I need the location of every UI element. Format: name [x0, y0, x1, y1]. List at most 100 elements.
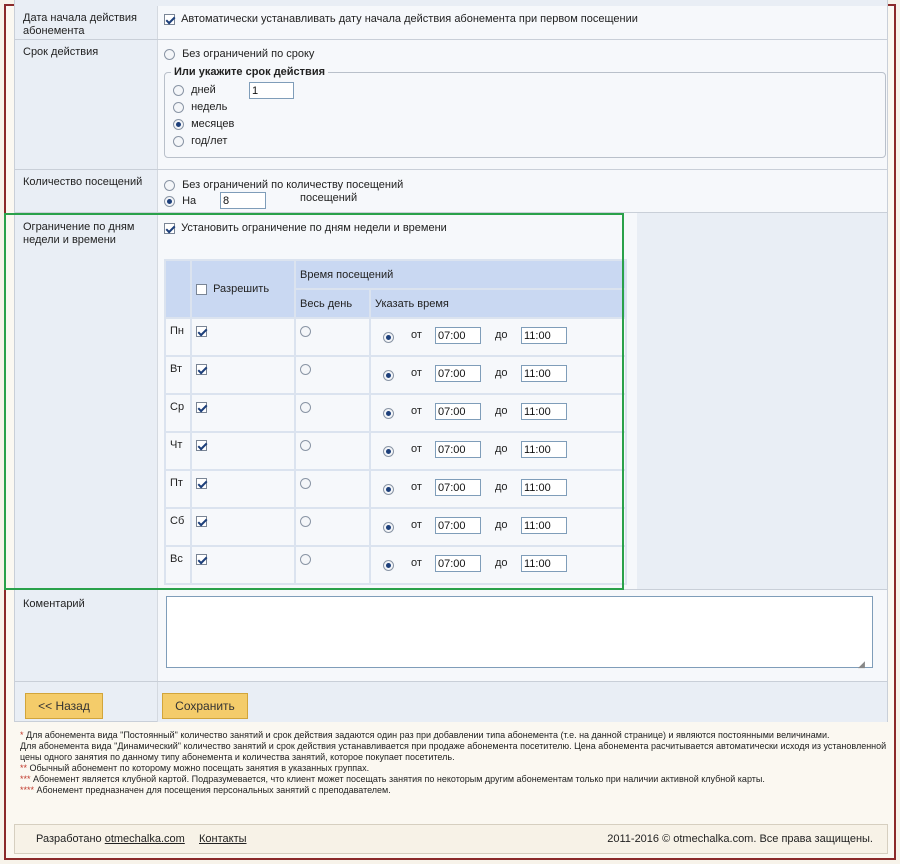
row-visits: Количество посещений Без ограничений по … [15, 170, 887, 213]
time-from-input[interactable] [435, 555, 481, 572]
time-to-input[interactable] [521, 403, 567, 420]
day-all-day-radio[interactable] [300, 325, 311, 337]
unit-weeks-radio[interactable] [173, 101, 184, 113]
unit-months-option[interactable]: месяцев [173, 118, 234, 130]
day-specify-time-radio[interactable] [383, 332, 394, 343]
start-date-auto-label: Автоматически устанавливать дату начала … [181, 13, 638, 26]
restriction-checkbox-label: Установить ограничение по дням недели и … [181, 222, 447, 235]
notes: * Для абонемента вида "Постоянный" колич… [20, 730, 890, 796]
time-to-input[interactable] [521, 517, 567, 534]
day-specify-time-radio[interactable] [383, 408, 394, 419]
day-name: Ср [166, 395, 190, 431]
unit-weeks-option[interactable]: недель [173, 101, 227, 113]
footer: Разработано otmechalka.com Контакты 2011… [14, 824, 888, 854]
restriction-checkbox[interactable] [164, 222, 175, 234]
day-allow-checkbox[interactable] [196, 401, 207, 413]
time-from-input[interactable] [435, 479, 481, 496]
time-to-input[interactable] [521, 365, 567, 382]
start-date-label: Дата начала действия абонемента [23, 12, 137, 37]
day-specify-time-radio[interactable] [383, 370, 394, 381]
row-restriction: Ограничение по дням недели и времени Уст… [15, 213, 887, 590]
day-header-blank [166, 261, 190, 317]
to-label: до [495, 481, 508, 493]
day-all-day-radio[interactable] [300, 401, 311, 413]
validity-unlimited-option[interactable]: Без ограничений по сроку [164, 48, 314, 60]
restriction-option[interactable]: Установить ограничение по дням недели и … [164, 222, 447, 234]
to-label: до [495, 519, 508, 531]
back-button[interactable]: << Назад [25, 693, 103, 719]
day-specify-time-radio[interactable] [383, 484, 394, 495]
day-allow-checkbox[interactable] [196, 515, 207, 527]
visits-on-label: На [182, 195, 197, 208]
visits-count-input[interactable] [220, 192, 266, 209]
day-name: Пт [166, 471, 190, 507]
day-allow-checkbox[interactable] [196, 439, 207, 451]
unit-years-option[interactable]: год/лет [173, 135, 227, 147]
day-all-day-radio[interactable] [300, 439, 311, 451]
time-from-input[interactable] [435, 441, 481, 458]
contacts-link[interactable]: Контакты [199, 833, 247, 845]
visits-unlimited-option[interactable]: Без ограничений по количеству посещений [164, 179, 403, 191]
start-date-auto-checkbox[interactable] [164, 13, 175, 25]
time-header: Время посещений [296, 261, 625, 288]
unit-days-option[interactable]: дней [173, 84, 216, 96]
from-label: от [411, 557, 422, 569]
day-all-day-radio[interactable] [300, 515, 311, 527]
time-from-input[interactable] [435, 517, 481, 534]
note-1: * Для абонемента вида "Постоянный" колич… [20, 730, 830, 740]
day-specify-time-radio[interactable] [383, 522, 394, 533]
day-allow-checkbox[interactable] [196, 325, 207, 337]
time-to-input[interactable] [521, 441, 567, 458]
from-label: от [411, 481, 422, 493]
unit-months-radio[interactable] [173, 118, 184, 130]
allow-header: Разрешить [192, 261, 294, 317]
time-from-input[interactable] [435, 365, 481, 382]
row-buttons: << Назад Сохранить [15, 682, 887, 722]
from-label: от [411, 443, 422, 455]
save-button[interactable]: Сохранить [162, 693, 248, 719]
visits-suffix: посещений [300, 192, 358, 204]
time-to-input[interactable] [521, 555, 567, 572]
note-3: ** Обычный абонемент по которому можно п… [20, 763, 370, 773]
row-start-date: Дата начала действия абонемента Автомати… [15, 6, 887, 40]
comment-textarea[interactable] [166, 596, 873, 668]
time-to-input[interactable] [521, 479, 567, 496]
textarea-resize-icon[interactable]: ◢ [858, 659, 865, 670]
visits-unlimited-radio[interactable] [164, 179, 175, 191]
day-all-day-radio[interactable] [300, 363, 311, 375]
day-row: Вс от до [166, 547, 625, 583]
day-name: Вс [166, 547, 190, 583]
day-specify-time-radio[interactable] [383, 446, 394, 457]
day-name: Пн [166, 319, 190, 355]
visits-label: Количество посещений [23, 176, 143, 188]
time-from-input[interactable] [435, 403, 481, 420]
specify-time-header: Указать время [371, 290, 625, 317]
day-allow-checkbox[interactable] [196, 553, 207, 565]
developer-link[interactable]: otmechalka.com [105, 833, 185, 845]
visits-count-radio[interactable] [164, 195, 175, 207]
day-all-day-radio[interactable] [300, 477, 311, 489]
time-to-input[interactable] [521, 327, 567, 344]
from-label: от [411, 367, 422, 379]
note-4: *** Абонемент является клубной картой. П… [20, 774, 765, 784]
day-name: Сб [166, 509, 190, 545]
visits-count-option[interactable]: На [164, 195, 196, 207]
day-all-day-radio[interactable] [300, 553, 311, 565]
to-label: до [495, 557, 508, 569]
day-allow-checkbox[interactable] [196, 477, 207, 489]
start-date-auto-option[interactable]: Автоматически устанавливать дату начала … [164, 13, 638, 25]
validity-legend: Или укажите срок действия [171, 66, 329, 78]
day-allow-checkbox[interactable] [196, 363, 207, 375]
validity-unlimited-radio[interactable] [164, 48, 175, 60]
day-specify-time-radio[interactable] [383, 560, 394, 571]
from-label: от [411, 329, 422, 341]
validity-value-input[interactable] [249, 82, 294, 99]
from-label: от [411, 405, 422, 417]
time-from-input[interactable] [435, 327, 481, 344]
unit-years-radio[interactable] [173, 135, 184, 147]
subscription-form: Дата начала действия абонемента Автомати… [14, 0, 888, 722]
unit-days-radio[interactable] [173, 84, 184, 96]
allow-all-checkbox[interactable] [196, 283, 207, 295]
to-label: до [495, 329, 508, 341]
from-label: от [411, 519, 422, 531]
